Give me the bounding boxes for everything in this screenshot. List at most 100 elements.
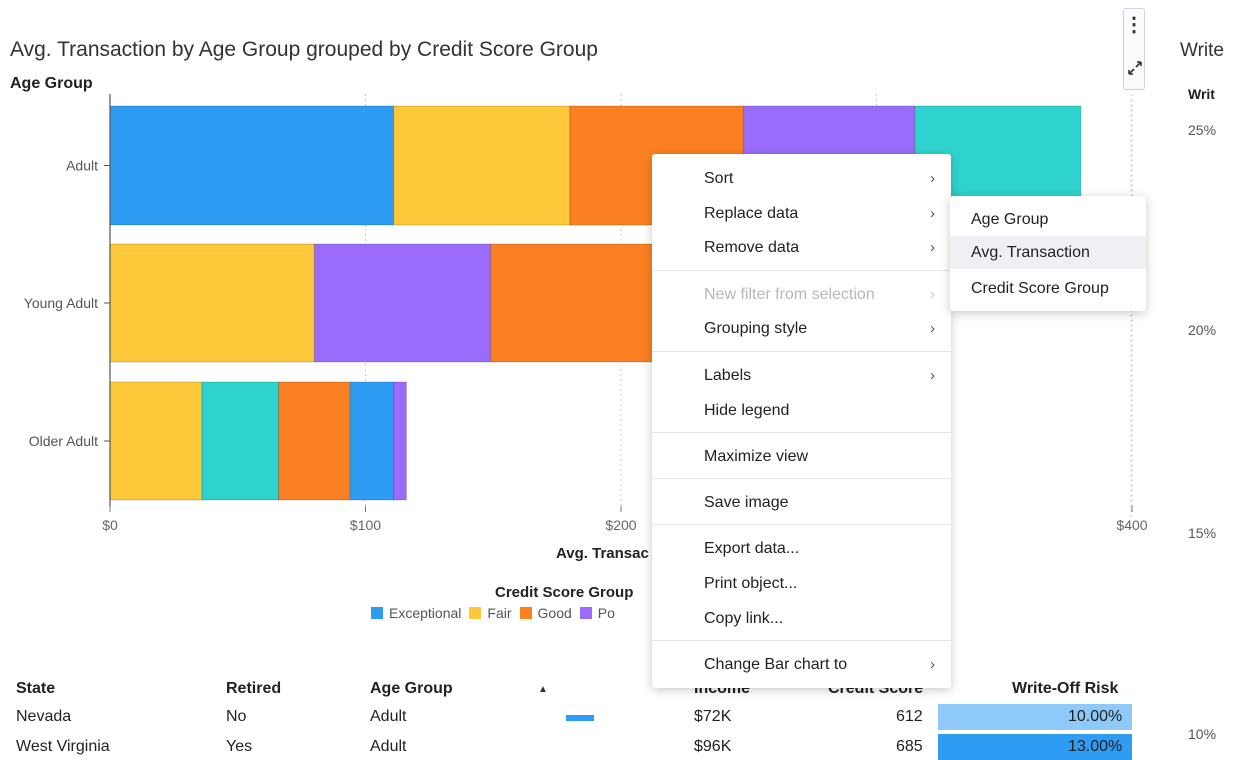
column-header-retired[interactable]: Retired <box>226 680 281 698</box>
column-header-state[interactable]: State <box>16 680 55 698</box>
menu-item-replace-data[interactable]: Replace data › <box>652 197 951 229</box>
menu-item-labels[interactable]: Labels › <box>652 359 951 391</box>
chevron-right-icon: › <box>930 205 935 222</box>
bar-segment[interactable] <box>109 105 395 226</box>
legend-item-poor[interactable]: Po <box>579 605 615 621</box>
x-tick-label: $200 <box>605 517 636 533</box>
menu-item-sort[interactable]: Sort › <box>652 162 951 194</box>
menu-separator <box>652 432 951 433</box>
legend-swatch <box>519 607 532 619</box>
y-tick-label: Older Adult <box>29 433 98 449</box>
chevron-right-icon: › <box>930 367 935 384</box>
menu-item-change-chart[interactable]: Change Bar chart to › <box>652 648 951 680</box>
submenu-item-label: Age Group <box>971 211 1049 228</box>
remove-data-submenu: Age Group Avg. Transaction Credit Score … <box>950 196 1146 311</box>
cell-income: $96K <box>694 738 732 755</box>
menu-item-grouping-style[interactable]: Grouping style › <box>652 312 951 344</box>
cell-retired: Yes <box>226 738 253 755</box>
submenu-item-credit-score-group[interactable]: Credit Score Group <box>950 272 1146 305</box>
x-axis-title: Avg. Transac <box>556 545 649 562</box>
bar-segment[interactable] <box>278 381 351 501</box>
menu-item-hide-legend[interactable]: Hide legend <box>652 394 951 426</box>
cell-income: $72K <box>694 708 732 725</box>
side-tick: 20% <box>1188 322 1217 338</box>
side-chart-title: Write <box>1180 40 1224 61</box>
cell-credit-score: 685 <box>896 738 923 755</box>
cell-retired: No <box>226 708 247 725</box>
submenu-item-label: Avg. Transaction <box>971 244 1090 261</box>
legend-item-exceptional[interactable]: Exceptional <box>371 605 461 621</box>
x-tick-label: $100 <box>350 517 381 533</box>
menu-item-export-data[interactable]: Export data... <box>652 532 951 564</box>
income-bar <box>566 715 594 721</box>
menu-item-print-object[interactable]: Print object... <box>652 567 951 599</box>
column-header-write-off-risk[interactable]: Write-Off Risk <box>1012 680 1118 698</box>
legend-label: Po <box>597 605 615 621</box>
menu-item-label: Change Bar chart to <box>704 656 848 673</box>
menu-item-label: Labels <box>704 367 752 384</box>
menu-item-maximize-view[interactable]: Maximize view <box>652 440 951 472</box>
legend-label: Good <box>537 605 572 621</box>
legend-title: Credit Score Group <box>495 584 634 601</box>
submenu-item-age-group[interactable]: Age Group <box>950 203 1146 236</box>
chevron-right-icon: › <box>930 656 935 673</box>
menu-separator <box>652 270 951 271</box>
menu-item-label: Replace data <box>704 205 799 222</box>
submenu-item-label: Credit Score Group <box>971 280 1109 297</box>
menu-item-remove-data[interactable]: Remove data › <box>652 231 951 263</box>
chevron-right-icon: › <box>930 239 935 256</box>
chevron-right-icon: › <box>930 170 935 187</box>
cell-age-group: Adult <box>370 738 407 755</box>
submenu-item-avg-transaction[interactable]: Avg. Transaction <box>950 236 1146 269</box>
cell-write-off-risk: 13.00% <box>1068 738 1123 755</box>
side-axis-title: Writ <box>1188 86 1215 102</box>
more-vertical-icon[interactable]: ⋮ <box>1124 15 1144 35</box>
bar-segment[interactable] <box>393 105 571 226</box>
legend-item-good[interactable]: Good <box>519 605 572 621</box>
menu-item-label: Maximize view <box>704 448 809 465</box>
x-tick-label: $400 <box>1116 517 1147 533</box>
legend-swatch <box>371 607 383 619</box>
menu-item-label: Export data... <box>704 540 800 557</box>
menu-item-label: New filter from selection <box>704 286 875 303</box>
bar-segment[interactable] <box>109 243 315 363</box>
object-toolbar: ⋮ <box>1123 8 1145 90</box>
menu-item-label: Hide legend <box>704 402 790 419</box>
menu-item-label: Grouping style <box>704 320 808 337</box>
bar-segment[interactable] <box>109 381 203 501</box>
menu-item-new-filter: New filter from selection › <box>652 278 951 310</box>
chevron-right-icon: › <box>930 286 935 303</box>
cell-state: West Virginia <box>16 738 110 755</box>
menu-separator <box>652 351 951 352</box>
context-menu: Sort › Replace data › Remove data › New fil… <box>652 154 951 688</box>
cell-write-off-risk: 10.00% <box>1068 708 1123 725</box>
menu-item-label: Remove data <box>704 239 800 256</box>
menu-item-label: Copy link... <box>704 610 784 627</box>
menu-item-save-image[interactable]: Save image <box>652 486 951 518</box>
legend-swatch <box>469 607 482 619</box>
sort-ascending-icon[interactable]: ▲ <box>538 684 548 695</box>
legend-item-fair[interactable]: Fair <box>469 605 512 621</box>
side-tick: 25% <box>1188 122 1217 138</box>
bar-segment[interactable] <box>313 243 492 363</box>
column-header-age-group[interactable]: Age Group <box>370 680 453 698</box>
menu-item-label: Sort <box>704 170 734 187</box>
chevron-right-icon: › <box>930 320 935 337</box>
side-tick: 15% <box>1188 525 1217 541</box>
legend: Exceptional Fair Good Po <box>371 605 615 621</box>
menu-item-label: Save image <box>704 494 789 511</box>
x-tick-label: $0 <box>102 517 118 533</box>
cell-credit-score: 612 <box>896 708 923 725</box>
bar-segment[interactable] <box>201 381 280 501</box>
expand-icon[interactable] <box>1126 59 1144 77</box>
legend-label: Exceptional <box>389 605 462 621</box>
legend-swatch <box>579 607 592 619</box>
menu-separator <box>652 478 951 479</box>
cell-state: Nevada <box>16 708 72 725</box>
y-tick-label: Young Adult <box>24 295 98 311</box>
stacked-bar-chart: Adult Young Adult Older Adult $0 $100 $200 $40… <box>24 94 1148 533</box>
bar-segment[interactable] <box>349 381 395 501</box>
menu-item-copy-link[interactable]: Copy link... <box>652 602 951 634</box>
menu-separator <box>652 640 951 641</box>
bar-segment[interactable] <box>393 381 407 501</box>
